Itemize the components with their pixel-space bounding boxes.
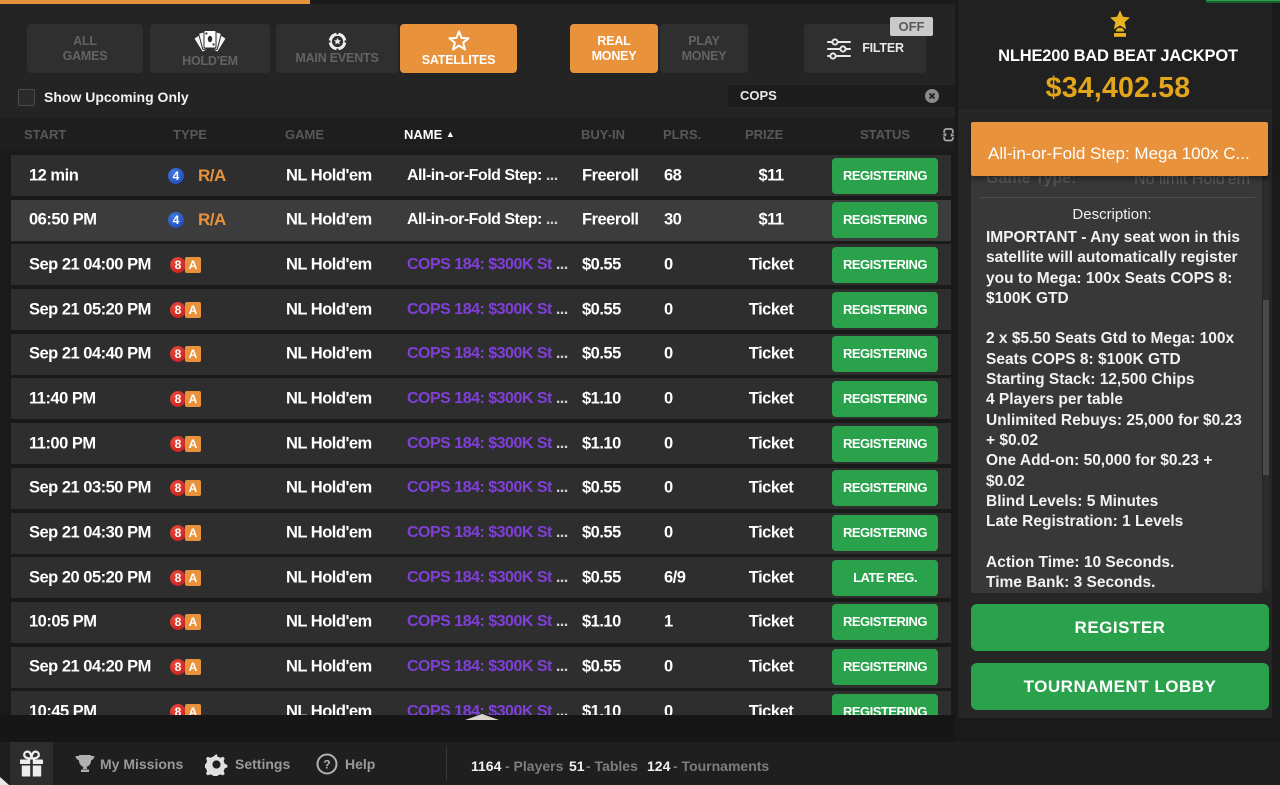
- svg-text:?: ?: [323, 758, 330, 772]
